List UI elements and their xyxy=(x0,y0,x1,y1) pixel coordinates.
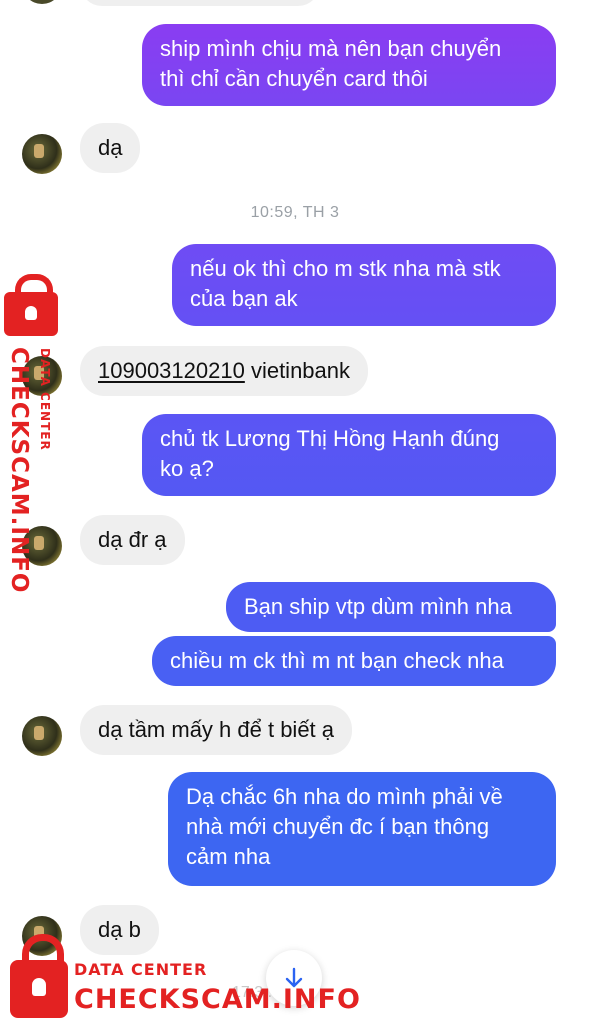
message-line: nếu ok thì cho m stk nha mà stk xyxy=(190,256,501,281)
account-number-link[interactable]: 109003120210 xyxy=(98,358,245,383)
incoming-message[interactable]: dạ đr ạ xyxy=(80,515,185,565)
watermark-subtitle: DATA CENTER xyxy=(38,348,52,451)
message-line: Dạ chắc 6h nha do mình phải về xyxy=(186,784,503,809)
message-line: nhà mới chuyển đc í bạn thông xyxy=(186,814,490,839)
watermark-horizontal: DATA CENTER CHECKSCAM.INFO xyxy=(6,934,366,1024)
message-line: của bạn ak xyxy=(190,286,298,311)
outgoing-message[interactable]: chủ tk Lương Thị Hồng Hạnh đúng ko ạ? xyxy=(142,414,556,496)
avatar[interactable] xyxy=(22,134,62,174)
message-line: chủ tk Lương Thị Hồng Hạnh đúng xyxy=(160,426,500,451)
message-text: Bạn ship vtp dùm mình nha xyxy=(244,594,512,619)
incoming-message[interactable]: dạ xyxy=(80,123,141,173)
outgoing-message[interactable]: ship mình chịu mà nên bạn chuyển thì chỉ… xyxy=(142,24,556,106)
avatar[interactable] xyxy=(22,716,62,756)
outgoing-message[interactable]: chiều m ck thì m nt bạn check nha xyxy=(152,636,556,686)
incoming-message[interactable]: dạ tầm mấy h để t biết ạ xyxy=(80,705,353,755)
message-line: ship mình chịu mà nên bạn chuyển xyxy=(160,36,502,61)
watermark-brand: CHECKSCAM.INFO xyxy=(74,984,361,1015)
message-text: dạ tầm mấy h để t biết ạ xyxy=(98,717,335,742)
message-line: cảm nha xyxy=(186,844,271,869)
incoming-bubble-cropped xyxy=(80,0,320,6)
message-text: dạ b xyxy=(98,917,141,942)
lock-icon xyxy=(4,274,58,336)
message-text: vietinbank xyxy=(244,358,351,383)
outgoing-message[interactable]: Bạn ship vtp dùm mình nha xyxy=(226,582,556,632)
watermark-brand: CHECKSCAM.INFO xyxy=(6,347,32,594)
watermark-vertical: CHECKSCAM.INFO DATA CENTER xyxy=(2,274,72,593)
avatar xyxy=(22,0,62,4)
message-text: dạ xyxy=(98,135,123,160)
timestamp-divider: 10:59, TH 3 xyxy=(250,204,340,221)
message-text: chiều m ck thì m nt bạn check nha xyxy=(170,648,504,673)
lock-icon xyxy=(10,934,68,1018)
message-line: thì chỉ cần chuyển card thôi xyxy=(160,66,428,91)
incoming-message[interactable]: 109003120210 vietinbank xyxy=(80,346,369,396)
outgoing-message[interactable]: nếu ok thì cho m stk nha mà stk của bạn … xyxy=(172,244,556,326)
message-line: ko ạ? xyxy=(160,456,214,481)
message-text: dạ đr ạ xyxy=(98,527,167,552)
outgoing-message[interactable]: Dạ chắc 6h nha do mình phải về nhà mới c… xyxy=(168,772,556,886)
watermark-subtitle: DATA CENTER xyxy=(74,960,208,979)
